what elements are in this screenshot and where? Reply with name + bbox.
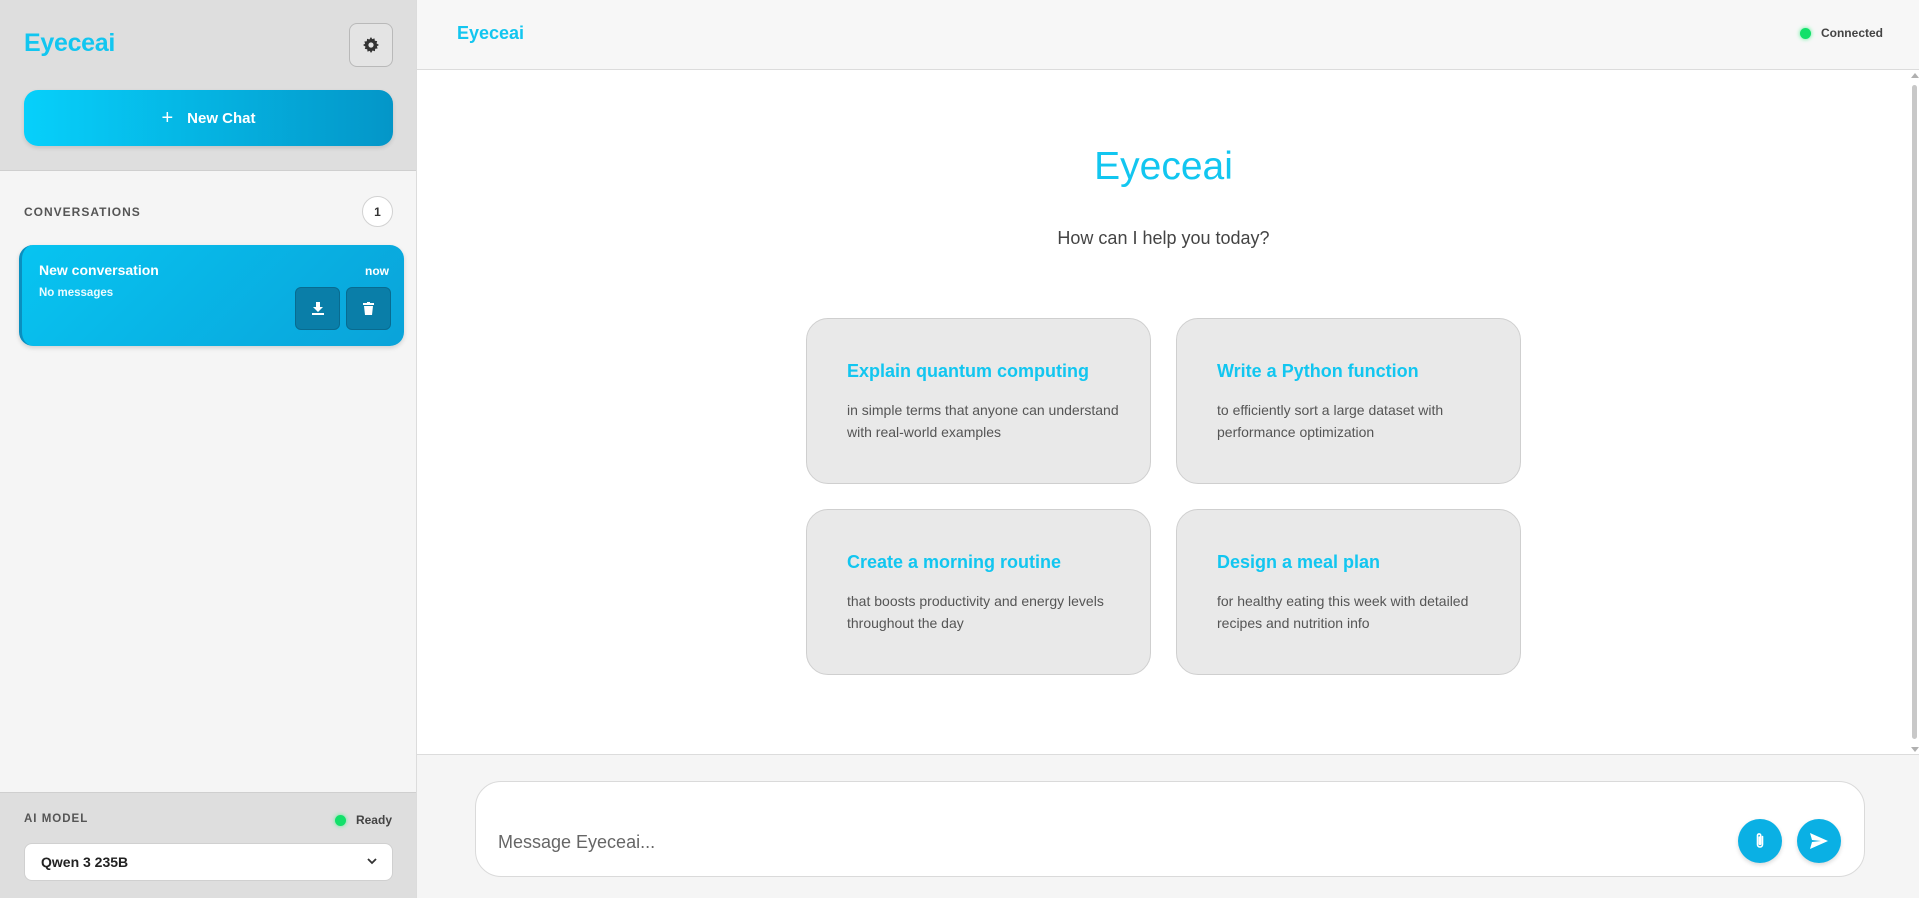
new-chat-button[interactable]: + New Chat: [24, 90, 393, 146]
suggestion-description: to efficiently sort a large dataset with…: [1217, 402, 1444, 440]
conversation-time: now: [365, 264, 389, 278]
settings-button[interactable]: [349, 23, 393, 67]
suggestion-description: for healthy eating this week with detail…: [1217, 593, 1469, 631]
scroll-down-icon[interactable]: [1911, 747, 1919, 752]
suggestion-description: that boosts productivity and energy leve…: [847, 593, 1104, 631]
model-select[interactable]: Qwen 3 235B: [24, 843, 393, 881]
scrollbar[interactable]: [1910, 71, 1919, 754]
model-select-value: Qwen 3 235B: [41, 854, 129, 870]
scroll-up-icon[interactable]: [1911, 73, 1919, 78]
suggestion-card[interactable]: Create a morning routine that boosts pro…: [806, 509, 1151, 675]
sidebar-header: Eyeceai + New Chat: [0, 0, 416, 171]
model-status-label: Ready: [355, 813, 392, 827]
attach-button[interactable]: [1738, 819, 1782, 863]
suggestion-title: Write a Python function: [1217, 361, 1419, 381]
scrollbar-thumb[interactable]: [1912, 85, 1917, 739]
page-title: Eyeceai: [457, 23, 525, 43]
conversation-subtitle: No messages: [39, 287, 114, 299]
suggestion-title: Explain quantum computing: [847, 361, 1089, 381]
chevron-down-icon: [367, 858, 377, 865]
brand-logo: Eyeceai: [24, 29, 116, 57]
message-input[interactable]: [498, 832, 1698, 853]
suggestion-card[interactable]: Design a meal plan for healthy eating th…: [1176, 509, 1521, 675]
chat-area: Eyeceai How can I help you today? Explai…: [417, 71, 1919, 754]
connection-dot-icon: [1799, 27, 1811, 39]
suggestion-title: Design a meal plan: [1217, 552, 1381, 572]
model-label: AI MODEL: [24, 813, 89, 825]
top-bar: Eyeceai Connected: [417, 0, 1919, 70]
welcome-subtitle: How can I help you today?: [1057, 228, 1270, 248]
sidebar: Eyeceai + New Chat CONVERSATIONS 1 New c…: [0, 0, 417, 898]
suggestion-description: in simple terms that anyone can understa…: [847, 402, 1119, 440]
new-chat-label: New Chat: [187, 109, 256, 127]
model-status: Ready: [334, 813, 392, 827]
suggestion-card[interactable]: Explain quantum computing in simple term…: [806, 318, 1151, 484]
status-dot-icon: [334, 814, 346, 826]
welcome-title: Eyeceai: [1094, 145, 1233, 188]
send-button[interactable]: [1797, 819, 1841, 863]
download-icon: [311, 302, 324, 315]
trash-icon: [363, 302, 374, 315]
paperclip-icon: [1756, 833, 1764, 848]
conversation-item[interactable]: New conversation now No messages: [19, 245, 404, 346]
composer-area: [417, 754, 1919, 898]
gear-icon: [363, 37, 379, 53]
model-panel: AI MODEL Ready Qwen 3 235B: [0, 792, 416, 898]
connection-status: Connected: [1799, 26, 1883, 40]
plus-icon: +: [161, 107, 174, 129]
connection-status-label: Connected: [1820, 26, 1883, 40]
conversations-heading: CONVERSATIONS: [24, 205, 141, 219]
suggestion-card[interactable]: Write a Python function to efficiently s…: [1176, 318, 1521, 484]
download-conversation-button[interactable]: [295, 287, 340, 330]
composer: [475, 781, 1865, 877]
delete-conversation-button[interactable]: [346, 287, 391, 330]
conversations-count-badge: 1: [362, 196, 393, 227]
send-icon: [1810, 833, 1828, 849]
suggestion-title: Create a morning routine: [847, 552, 1062, 572]
conversation-title: New conversation: [39, 262, 159, 278]
